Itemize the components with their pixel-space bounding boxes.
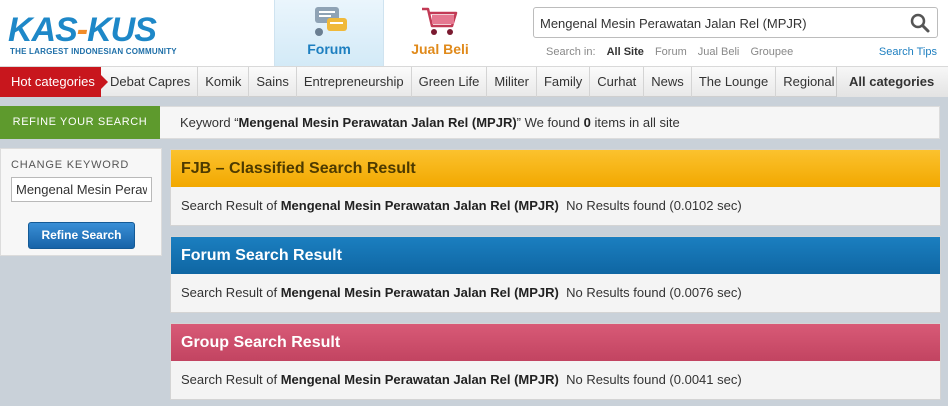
forum-icon: [315, 7, 347, 36]
fjb-result-title: FJB – Classified Search Result: [171, 150, 940, 187]
keyword-prefix: Keyword “: [180, 115, 239, 130]
result-keyword: Mengenal Mesin Perawatan Jalan Rel (MPJR…: [280, 198, 559, 213]
hot-categories-button[interactable]: Hot categories: [0, 67, 108, 97]
group-result-title: Group Search Result: [171, 324, 940, 361]
refine-your-search-tab: REFINE YOUR SEARCH: [0, 106, 168, 139]
nav-item-debat-capres[interactable]: Debat Capres: [103, 67, 199, 97]
nav-item-family[interactable]: Family: [537, 67, 591, 97]
result-status: No Results found (0.0076 sec): [558, 285, 742, 300]
shopping-cart-icon: [422, 7, 458, 35]
keyword-value: Mengenal Mesin Perawatan Jalan Rel (MPJR…: [238, 115, 517, 130]
forum-result-panel: Forum Search Result Search Result of Men…: [170, 236, 941, 313]
result-prefix: Search Result of: [181, 198, 281, 213]
search-scope-bar: Search in: All Site Forum Jual Beli Grou…: [546, 46, 801, 58]
keyword-suffix: items in all site: [590, 115, 680, 130]
kaskus-logo[interactable]: KAS-KUS THE LARGEST INDONESIAN COMMUNITY: [6, 10, 206, 60]
result-count: 0: [583, 115, 591, 130]
nav-item-news[interactable]: News: [644, 67, 692, 97]
tab-forum-label: Forum: [307, 41, 351, 57]
result-status: No Results found (0.0102 sec): [558, 198, 742, 213]
scope-jual-beli[interactable]: Jual Beli: [698, 46, 740, 58]
scope-groupee[interactable]: Groupee: [750, 46, 793, 58]
search-scope-label: Search in:: [546, 46, 596, 58]
nav-item-sains[interactable]: Sains: [249, 67, 297, 97]
change-keyword-input[interactable]: [11, 177, 152, 202]
nav-item-regional[interactable]: Regional: [776, 67, 843, 97]
nav-item-curhat[interactable]: Curhat: [590, 67, 645, 97]
group-result-body: Search Result of Mengenal Mesin Perawata…: [171, 361, 940, 399]
search-tips-link[interactable]: Search Tips: [879, 46, 937, 58]
nav-item-komik[interactable]: Komik: [198, 67, 250, 97]
fjb-result-body: Search Result of Mengenal Mesin Perawata…: [171, 187, 940, 225]
fjb-result-panel: FJB – Classified Search Result Search Re…: [170, 149, 941, 226]
result-prefix: Search Result of: [181, 372, 281, 387]
tab-jual-beli-label: Jual Beli: [411, 41, 469, 57]
category-list: Debat Capres Komik Sains Entrepreneurshi…: [103, 67, 843, 97]
site-header: KAS-KUS THE LARGEST INDONESIAN COMMUNITY…: [0, 0, 948, 67]
all-categories-label: All categories: [849, 74, 935, 89]
nav-item-green-life[interactable]: Green Life: [412, 67, 488, 97]
group-result-panel: Group Search Result Search Result of Men…: [170, 323, 941, 400]
tab-forum[interactable]: Forum: [274, 0, 384, 66]
keyword-summary: Keyword “Mengenal Mesin Perawatan Jalan …: [160, 106, 940, 139]
all-categories-dropdown[interactable]: All categories: [836, 67, 948, 116]
search-input[interactable]: [540, 13, 900, 33]
forum-result-title: Forum Search Result: [171, 237, 940, 274]
logo-tagline: THE LARGEST INDONESIAN COMMUNITY: [10, 47, 177, 56]
tab-jual-beli[interactable]: Jual Beli: [385, 0, 495, 66]
nav-item-militer[interactable]: Militer: [487, 67, 537, 97]
result-status: No Results found (0.0041 sec): [558, 372, 742, 387]
scope-forum[interactable]: Forum: [655, 46, 687, 58]
change-keyword-label: CHANGE KEYWORD: [11, 159, 130, 171]
scope-all-site[interactable]: All Site: [607, 46, 644, 58]
nav-item-the-lounge[interactable]: The Lounge: [692, 67, 777, 97]
change-keyword-panel: CHANGE KEYWORD Refine Search: [0, 148, 162, 256]
refine-search-button[interactable]: Refine Search: [28, 222, 135, 249]
forum-result-body: Search Result of Mengenal Mesin Perawata…: [171, 274, 940, 312]
result-keyword: Mengenal Mesin Perawatan Jalan Rel (MPJR…: [280, 285, 559, 300]
search-icon[interactable]: [909, 12, 931, 34]
category-navbar: Hot categories Debat Capres Komik Sains …: [0, 67, 948, 116]
nav-item-entrepreneurship[interactable]: Entrepreneurship: [297, 67, 412, 97]
result-prefix: Search Result of: [181, 285, 281, 300]
keyword-mid: ” We found: [516, 115, 584, 130]
search-box: [533, 7, 938, 38]
logo-wordmark: KAS-KUS: [8, 11, 157, 49]
result-keyword: Mengenal Mesin Perawatan Jalan Rel (MPJR…: [280, 372, 559, 387]
